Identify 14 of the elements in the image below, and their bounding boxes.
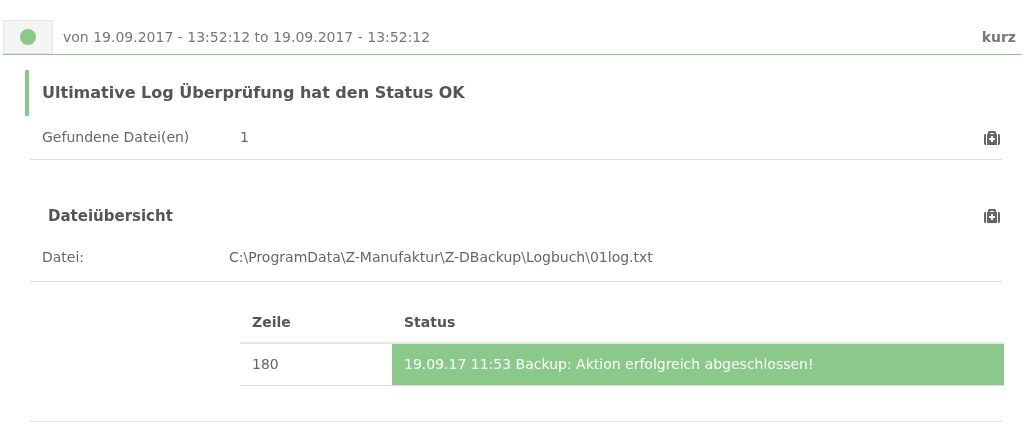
file-path: C:\ProgramData\Z-Manufaktur\Z-DBackup\Logbuch\01log.txt xyxy=(229,247,653,267)
column-header: Zeile xyxy=(251,312,292,332)
field-label: Gefundene Datei(en) xyxy=(42,128,191,147)
section-title: Dateiübersicht xyxy=(48,205,173,227)
medkit-icon[interactable] xyxy=(984,208,1000,224)
check-title: Ultimative Log Überprüfung hat den Status OK xyxy=(42,82,465,104)
field-label: Datei: xyxy=(42,247,86,267)
time-range: von 19.09.2017 - 13:52:12 to 19.09.2017 - 13:52:12 xyxy=(63,27,431,47)
medkit-icon[interactable] xyxy=(984,129,1000,146)
table-cell-text: 180 xyxy=(251,355,280,374)
status-cell: 19.09.17 11:53 Backup: Aktion erfolgreich abgeschlossen! xyxy=(392,344,1004,385)
column-header: Status xyxy=(403,312,456,332)
field-value: 1 xyxy=(240,128,249,147)
mode-label: kurz xyxy=(981,27,1016,47)
